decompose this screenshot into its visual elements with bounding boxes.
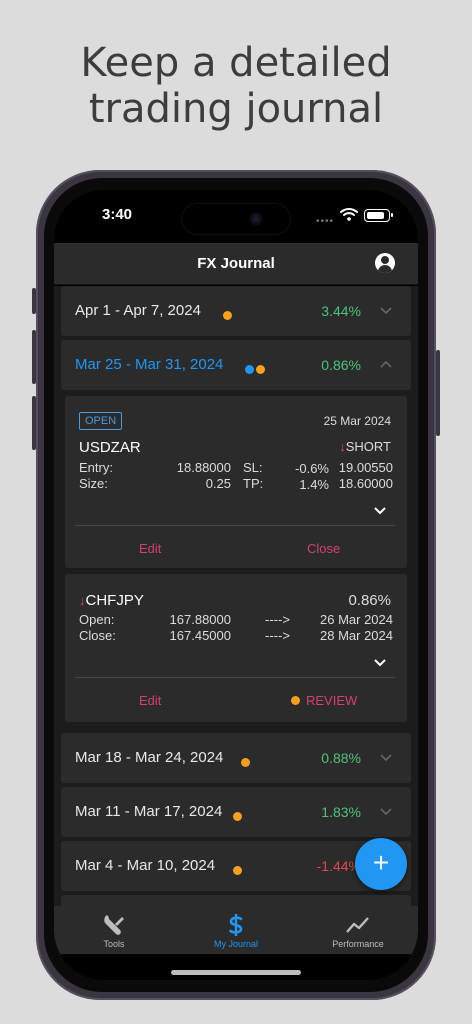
phone-screen: 3:40 •••• FX Journal Apr 1 - Apr 7, 2024… — [54, 190, 418, 980]
chevron-up-icon — [380, 360, 392, 368]
week-label: Mar 4 - Mar 10, 2024 — [75, 857, 216, 874]
status-dot — [245, 365, 254, 374]
week-percent: 1.83% — [321, 804, 361, 820]
entry-label: Entry: — [79, 460, 113, 475]
review-button[interactable]: REVIEW — [291, 693, 357, 708]
edit-button[interactable]: Edit — [139, 541, 161, 556]
status-time: 3:40 — [102, 206, 133, 223]
size-label: Size: — [79, 476, 108, 491]
chevron-down-icon[interactable] — [373, 658, 387, 668]
trade-date: 25 Mar 2024 — [323, 414, 391, 428]
close-date: 28 Mar 2024 — [320, 628, 393, 643]
status-dot — [223, 311, 232, 320]
dynamic-island — [182, 204, 290, 234]
week-label: Mar 18 - Mar 24, 2024 — [75, 749, 224, 766]
week-status-dots — [223, 307, 234, 320]
wifi-icon — [340, 208, 358, 221]
week-row[interactable] — [61, 895, 411, 906]
headline-line-2: trading journal — [88, 86, 384, 132]
week-row-expanded[interactable]: Mar 25 - Mar 31, 2024 0.86% — [61, 340, 411, 390]
chevron-down-icon — [380, 754, 392, 762]
tp-percent: 1.4% — [299, 477, 329, 492]
battery-icon — [364, 209, 393, 222]
dollar-icon — [229, 914, 243, 936]
phone-button — [32, 330, 36, 384]
week-percent: 0.86% — [321, 357, 361, 373]
app-bar: FX Journal — [54, 243, 418, 285]
sl-label: SL: — [243, 460, 263, 475]
week-row[interactable]: Mar 18 - Mar 24, 2024 0.88% — [61, 733, 411, 783]
wrench-icon — [104, 915, 124, 935]
week-row[interactable]: Mar 11 - Mar 17, 2024 1.83% — [61, 787, 411, 837]
status-dot — [233, 866, 242, 875]
tab-label: Tools — [103, 939, 125, 949]
open-price: 167.88000 — [169, 612, 231, 627]
close-label: Close: — [79, 628, 116, 643]
tab-label: My Journal — [213, 939, 258, 949]
week-status-dots — [241, 754, 252, 767]
add-trade-button[interactable]: + — [355, 838, 407, 890]
week-percent: 3.44% — [321, 303, 361, 319]
status-dot — [256, 365, 265, 374]
phone-button — [32, 288, 36, 314]
home-indicator[interactable] — [171, 970, 301, 975]
headline-line-1: Keep a detailed — [80, 40, 392, 86]
chevron-down-icon[interactable] — [373, 506, 387, 516]
open-date: 26 Mar 2024 — [320, 612, 393, 627]
tab-my-journal[interactable]: My Journal — [176, 906, 296, 954]
tab-tools[interactable]: Tools — [54, 906, 174, 954]
week-status-dots — [245, 361, 267, 374]
status-dot — [233, 812, 242, 821]
open-label: Open: — [79, 612, 115, 627]
close-trade-button[interactable]: Close — [307, 541, 340, 556]
phone-button — [436, 350, 440, 436]
week-label: Mar 25 - Mar 31, 2024 — [75, 356, 224, 373]
app-title: FX Journal — [197, 255, 275, 272]
tab-label: Performance — [332, 939, 384, 949]
status-bar: 3:40 •••• — [54, 190, 418, 242]
status-dot — [291, 696, 300, 705]
week-status-dots — [233, 808, 244, 821]
trade-card-closed[interactable]: ↓CHFJPY 0.86% Open: 167.88000 ----> 26 M… — [65, 574, 407, 722]
tp-label: TP: — [243, 476, 264, 491]
arrow-text: ----> — [265, 628, 290, 643]
trend-line-icon — [346, 917, 369, 933]
tab-bar: Tools My Journal Performance — [54, 906, 418, 954]
entry-value: 18.88000 — [176, 460, 231, 475]
week-status-dots — [233, 862, 244, 875]
trade-card-open[interactable]: OPEN 25 Mar 2024 USDZAR ↓SHORT Entry: 18… — [65, 396, 407, 568]
signal-icon: •••• — [316, 216, 335, 227]
size-value: 0.25 — [205, 476, 231, 491]
status-dot — [241, 758, 250, 767]
week-label: Mar 11 - Mar 17, 2024 — [75, 803, 223, 820]
tp-value: 18.60000 — [338, 476, 393, 491]
week-percent: 0.88% — [321, 750, 361, 766]
week-row[interactable]: Apr 1 - Apr 7, 2024 3.44% — [61, 286, 411, 336]
sl-value: 19.00550 — [338, 460, 393, 475]
account-icon[interactable] — [375, 253, 395, 273]
tab-performance[interactable]: Performance — [298, 906, 418, 954]
week-label: Apr 1 - Apr 7, 2024 — [75, 302, 201, 319]
close-price: 167.45000 — [169, 628, 231, 643]
chevron-down-icon — [380, 808, 392, 816]
edit-button[interactable]: Edit — [139, 693, 161, 708]
headline: Keep a detailed trading journal — [0, 40, 472, 132]
trade-percent: 0.86% — [348, 592, 391, 609]
status-badge: OPEN — [79, 412, 123, 430]
sl-percent: -0.6% — [295, 461, 329, 476]
arrow-text: ----> — [265, 612, 290, 627]
journal-list[interactable]: Apr 1 - Apr 7, 2024 3.44% Mar 25 - Mar 3… — [54, 286, 418, 906]
trade-direction: ↓SHORT — [339, 439, 391, 454]
trade-pair: ↓CHFJPY — [79, 592, 144, 609]
phone-button — [32, 396, 36, 450]
chevron-down-icon — [380, 307, 392, 315]
trade-pair: USDZAR — [79, 439, 141, 456]
